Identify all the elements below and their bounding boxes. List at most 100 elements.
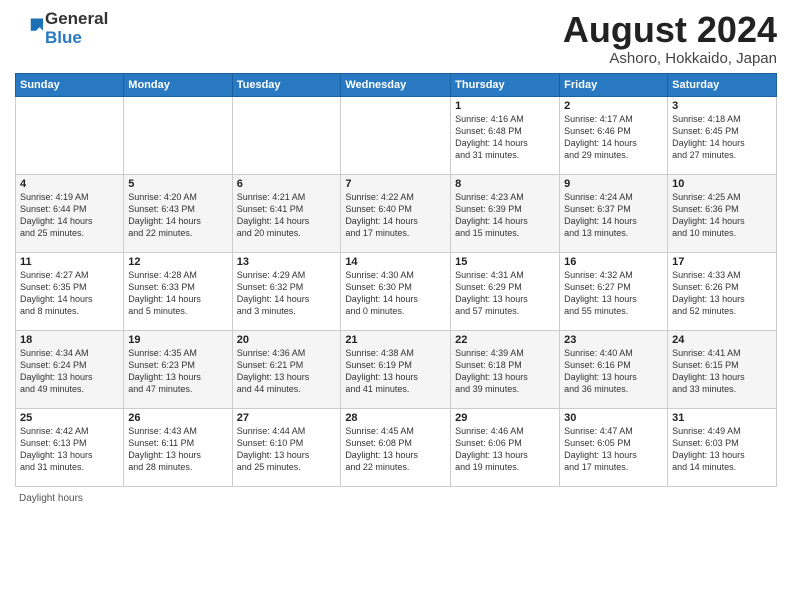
header: General Blue August 2024 Ashoro, Hokkaid…	[15, 10, 777, 67]
day-number: 4	[20, 178, 119, 190]
day-info: Sunrise: 4:43 AM Sunset: 6:11 PM Dayligh…	[128, 425, 227, 474]
week-row-4: 18Sunrise: 4:34 AM Sunset: 6:24 PM Dayli…	[16, 330, 777, 408]
day-info: Sunrise: 4:42 AM Sunset: 6:13 PM Dayligh…	[20, 425, 119, 474]
calendar-cell: 8Sunrise: 4:23 AM Sunset: 6:39 PM Daylig…	[451, 174, 560, 252]
day-number: 8	[455, 178, 555, 190]
day-number: 16	[564, 256, 663, 268]
page: General Blue August 2024 Ashoro, Hokkaid…	[0, 0, 792, 514]
calendar-cell: 14Sunrise: 4:30 AM Sunset: 6:30 PM Dayli…	[341, 252, 451, 330]
day-number: 21	[345, 334, 446, 346]
day-number: 20	[237, 334, 337, 346]
day-info: Sunrise: 4:40 AM Sunset: 6:16 PM Dayligh…	[564, 347, 663, 396]
day-info: Sunrise: 4:46 AM Sunset: 6:06 PM Dayligh…	[455, 425, 555, 474]
calendar-cell: 15Sunrise: 4:31 AM Sunset: 6:29 PM Dayli…	[451, 252, 560, 330]
day-number: 24	[672, 334, 772, 346]
calendar-cell: 24Sunrise: 4:41 AM Sunset: 6:15 PM Dayli…	[668, 330, 777, 408]
col-header-wednesday: Wednesday	[341, 73, 451, 96]
day-number: 23	[564, 334, 663, 346]
day-info: Sunrise: 4:33 AM Sunset: 6:26 PM Dayligh…	[672, 269, 772, 318]
logo-line2: Blue	[45, 29, 108, 48]
logo: General Blue	[15, 10, 108, 47]
calendar-cell: 23Sunrise: 4:40 AM Sunset: 6:16 PM Dayli…	[560, 330, 668, 408]
calendar-cell: 19Sunrise: 4:35 AM Sunset: 6:23 PM Dayli…	[124, 330, 232, 408]
day-info: Sunrise: 4:16 AM Sunset: 6:48 PM Dayligh…	[455, 113, 555, 162]
calendar-cell: 6Sunrise: 4:21 AM Sunset: 6:41 PM Daylig…	[232, 174, 341, 252]
col-header-tuesday: Tuesday	[232, 73, 341, 96]
week-row-1: 1Sunrise: 4:16 AM Sunset: 6:48 PM Daylig…	[16, 96, 777, 174]
calendar-cell	[16, 96, 124, 174]
day-info: Sunrise: 4:31 AM Sunset: 6:29 PM Dayligh…	[455, 269, 555, 318]
col-header-thursday: Thursday	[451, 73, 560, 96]
day-info: Sunrise: 4:25 AM Sunset: 6:36 PM Dayligh…	[672, 191, 772, 240]
day-number: 15	[455, 256, 555, 268]
week-row-5: 25Sunrise: 4:42 AM Sunset: 6:13 PM Dayli…	[16, 408, 777, 486]
footer-label: Daylight hours	[19, 493, 83, 504]
day-number: 26	[128, 412, 227, 424]
day-info: Sunrise: 4:47 AM Sunset: 6:05 PM Dayligh…	[564, 425, 663, 474]
day-number: 25	[20, 412, 119, 424]
calendar-cell: 16Sunrise: 4:32 AM Sunset: 6:27 PM Dayli…	[560, 252, 668, 330]
day-number: 1	[455, 100, 555, 112]
day-number: 5	[128, 178, 227, 190]
calendar-cell: 29Sunrise: 4:46 AM Sunset: 6:06 PM Dayli…	[451, 408, 560, 486]
day-number: 18	[20, 334, 119, 346]
calendar-cell: 4Sunrise: 4:19 AM Sunset: 6:44 PM Daylig…	[16, 174, 124, 252]
day-number: 10	[672, 178, 772, 190]
day-info: Sunrise: 4:41 AM Sunset: 6:15 PM Dayligh…	[672, 347, 772, 396]
calendar-cell: 25Sunrise: 4:42 AM Sunset: 6:13 PM Dayli…	[16, 408, 124, 486]
day-number: 28	[345, 412, 446, 424]
col-header-friday: Friday	[560, 73, 668, 96]
day-info: Sunrise: 4:24 AM Sunset: 6:37 PM Dayligh…	[564, 191, 663, 240]
calendar-cell: 26Sunrise: 4:43 AM Sunset: 6:11 PM Dayli…	[124, 408, 232, 486]
day-info: Sunrise: 4:21 AM Sunset: 6:41 PM Dayligh…	[237, 191, 337, 240]
footer: Daylight hours	[15, 493, 777, 504]
calendar-cell: 17Sunrise: 4:33 AM Sunset: 6:26 PM Dayli…	[668, 252, 777, 330]
day-number: 9	[564, 178, 663, 190]
calendar-cell: 12Sunrise: 4:28 AM Sunset: 6:33 PM Dayli…	[124, 252, 232, 330]
day-number: 11	[20, 256, 119, 268]
day-info: Sunrise: 4:45 AM Sunset: 6:08 PM Dayligh…	[345, 425, 446, 474]
day-info: Sunrise: 4:20 AM Sunset: 6:43 PM Dayligh…	[128, 191, 227, 240]
day-number: 29	[455, 412, 555, 424]
calendar-cell: 7Sunrise: 4:22 AM Sunset: 6:40 PM Daylig…	[341, 174, 451, 252]
day-number: 30	[564, 412, 663, 424]
calendar-cell: 30Sunrise: 4:47 AM Sunset: 6:05 PM Dayli…	[560, 408, 668, 486]
day-info: Sunrise: 4:22 AM Sunset: 6:40 PM Dayligh…	[345, 191, 446, 240]
calendar-cell	[341, 96, 451, 174]
col-header-monday: Monday	[124, 73, 232, 96]
calendar-cell: 10Sunrise: 4:25 AM Sunset: 6:36 PM Dayli…	[668, 174, 777, 252]
day-number: 6	[237, 178, 337, 190]
calendar-cell: 11Sunrise: 4:27 AM Sunset: 6:35 PM Dayli…	[16, 252, 124, 330]
day-info: Sunrise: 4:34 AM Sunset: 6:24 PM Dayligh…	[20, 347, 119, 396]
col-header-saturday: Saturday	[668, 73, 777, 96]
calendar-table: SundayMondayTuesdayWednesdayThursdayFrid…	[15, 73, 777, 487]
day-info: Sunrise: 4:30 AM Sunset: 6:30 PM Dayligh…	[345, 269, 446, 318]
day-number: 2	[564, 100, 663, 112]
day-info: Sunrise: 4:49 AM Sunset: 6:03 PM Dayligh…	[672, 425, 772, 474]
day-info: Sunrise: 4:19 AM Sunset: 6:44 PM Dayligh…	[20, 191, 119, 240]
calendar-cell: 28Sunrise: 4:45 AM Sunset: 6:08 PM Dayli…	[341, 408, 451, 486]
calendar-cell: 31Sunrise: 4:49 AM Sunset: 6:03 PM Dayli…	[668, 408, 777, 486]
day-number: 12	[128, 256, 227, 268]
day-number: 14	[345, 256, 446, 268]
logo-line1: General	[45, 10, 108, 29]
calendar-cell: 21Sunrise: 4:38 AM Sunset: 6:19 PM Dayli…	[341, 330, 451, 408]
title-block: August 2024 Ashoro, Hokkaido, Japan	[563, 10, 777, 67]
calendar-cell	[232, 96, 341, 174]
week-row-2: 4Sunrise: 4:19 AM Sunset: 6:44 PM Daylig…	[16, 174, 777, 252]
day-info: Sunrise: 4:28 AM Sunset: 6:33 PM Dayligh…	[128, 269, 227, 318]
day-info: Sunrise: 4:38 AM Sunset: 6:19 PM Dayligh…	[345, 347, 446, 396]
subtitle: Ashoro, Hokkaido, Japan	[563, 50, 777, 67]
day-number: 19	[128, 334, 227, 346]
calendar-cell: 20Sunrise: 4:36 AM Sunset: 6:21 PM Dayli…	[232, 330, 341, 408]
day-info: Sunrise: 4:29 AM Sunset: 6:32 PM Dayligh…	[237, 269, 337, 318]
day-number: 13	[237, 256, 337, 268]
col-header-sunday: Sunday	[16, 73, 124, 96]
day-info: Sunrise: 4:18 AM Sunset: 6:45 PM Dayligh…	[672, 113, 772, 162]
day-info: Sunrise: 4:27 AM Sunset: 6:35 PM Dayligh…	[20, 269, 119, 318]
day-number: 7	[345, 178, 446, 190]
day-info: Sunrise: 4:17 AM Sunset: 6:46 PM Dayligh…	[564, 113, 663, 162]
day-number: 22	[455, 334, 555, 346]
calendar-cell: 5Sunrise: 4:20 AM Sunset: 6:43 PM Daylig…	[124, 174, 232, 252]
calendar-cell: 22Sunrise: 4:39 AM Sunset: 6:18 PM Dayli…	[451, 330, 560, 408]
